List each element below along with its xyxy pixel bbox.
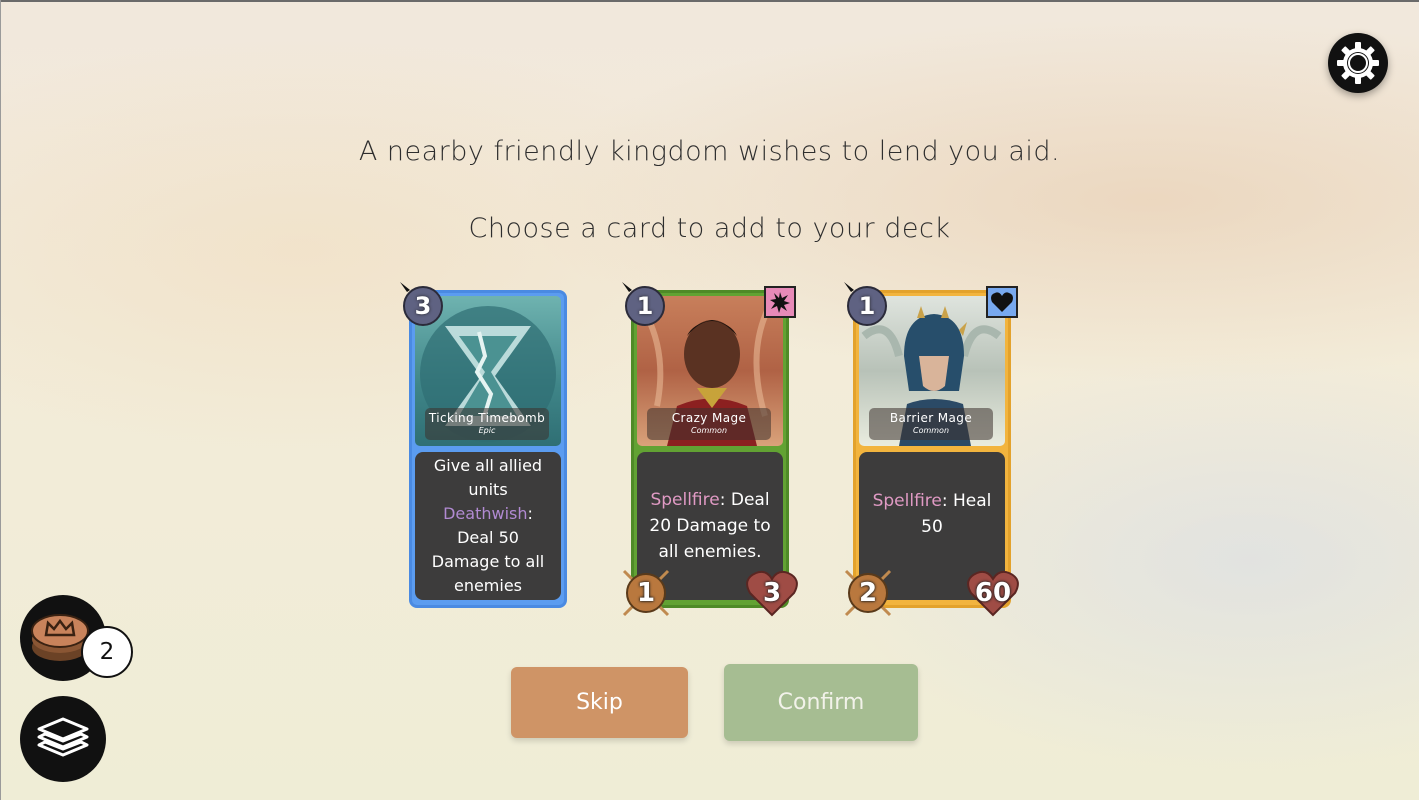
card-name-plate: Ticking Timebomb Epic: [425, 408, 549, 440]
card-name-plate: Crazy Mage Common: [647, 408, 771, 440]
card-description: Spellfire: Heal 50: [867, 488, 997, 540]
window-top-border: [0, 0, 1419, 2]
card-ticking-timebomb[interactable]: Ticking Timebomb Epic Give all allied un…: [409, 290, 567, 608]
health-badge: 60: [967, 569, 1019, 617]
heart-icon: [991, 292, 1013, 312]
attack-value: 2: [858, 578, 878, 608]
health-value: 60: [974, 578, 1012, 608]
card-type-badge: [986, 286, 1018, 318]
keyword-spellfire: Spellfire: [872, 491, 942, 511]
card-barrier-mage[interactable]: Barrier Mage Common Spellfire: Heal 50: [853, 290, 1011, 608]
card-name: Ticking Timebomb: [428, 411, 546, 425]
health-badge: 3: [746, 569, 798, 617]
deck-layers-icon: [37, 717, 89, 757]
card-cost: 3: [403, 286, 443, 326]
card-text-box: Give all allied units Deathwish: Deal 50…: [415, 452, 561, 600]
keyword-spellfire: Spellfire: [650, 490, 720, 510]
window-left-border: [0, 0, 1, 800]
card-name: Crazy Mage: [671, 411, 747, 425]
burst-icon: [770, 292, 790, 313]
card-cost: 1: [625, 286, 665, 326]
card-name-plate: Barrier Mage Common: [869, 408, 993, 440]
card-rarity: Epic: [478, 426, 496, 435]
event-message: A nearby friendly kingdom wishes to lend…: [358, 136, 1061, 167]
choose-card-prompt: Choose a card to add to your deck: [468, 213, 951, 244]
confirm-button[interactable]: Confirm: [724, 664, 918, 741]
attack-badge: 2: [844, 569, 892, 617]
card-text: Give all allied units: [433, 456, 543, 499]
deck-button[interactable]: [20, 696, 106, 782]
health-value: 3: [762, 578, 782, 608]
settings-button[interactable]: [1328, 33, 1388, 93]
card-rarity: Common: [912, 426, 950, 435]
card-description: Spellfire: Deal 20 Damage to all enemies…: [645, 487, 775, 565]
keyword-deathwish: Deathwish: [443, 504, 528, 523]
card-cost: 1: [847, 286, 887, 326]
card-rarity: Common: [690, 426, 728, 435]
gear-icon: [1337, 42, 1379, 84]
card-type-badge: [764, 286, 796, 318]
skip-button[interactable]: Skip: [511, 667, 688, 738]
attack-value: 1: [636, 578, 656, 608]
card-crazy-mage[interactable]: Crazy Mage Common Spellfire: Deal 20 Dam…: [631, 290, 789, 608]
currency-count: 2: [81, 626, 133, 678]
attack-badge: 1: [622, 569, 670, 617]
card-description: Give all allied units Deathwish: Deal 50…: [423, 454, 553, 598]
card-name: Barrier Mage: [889, 411, 973, 425]
